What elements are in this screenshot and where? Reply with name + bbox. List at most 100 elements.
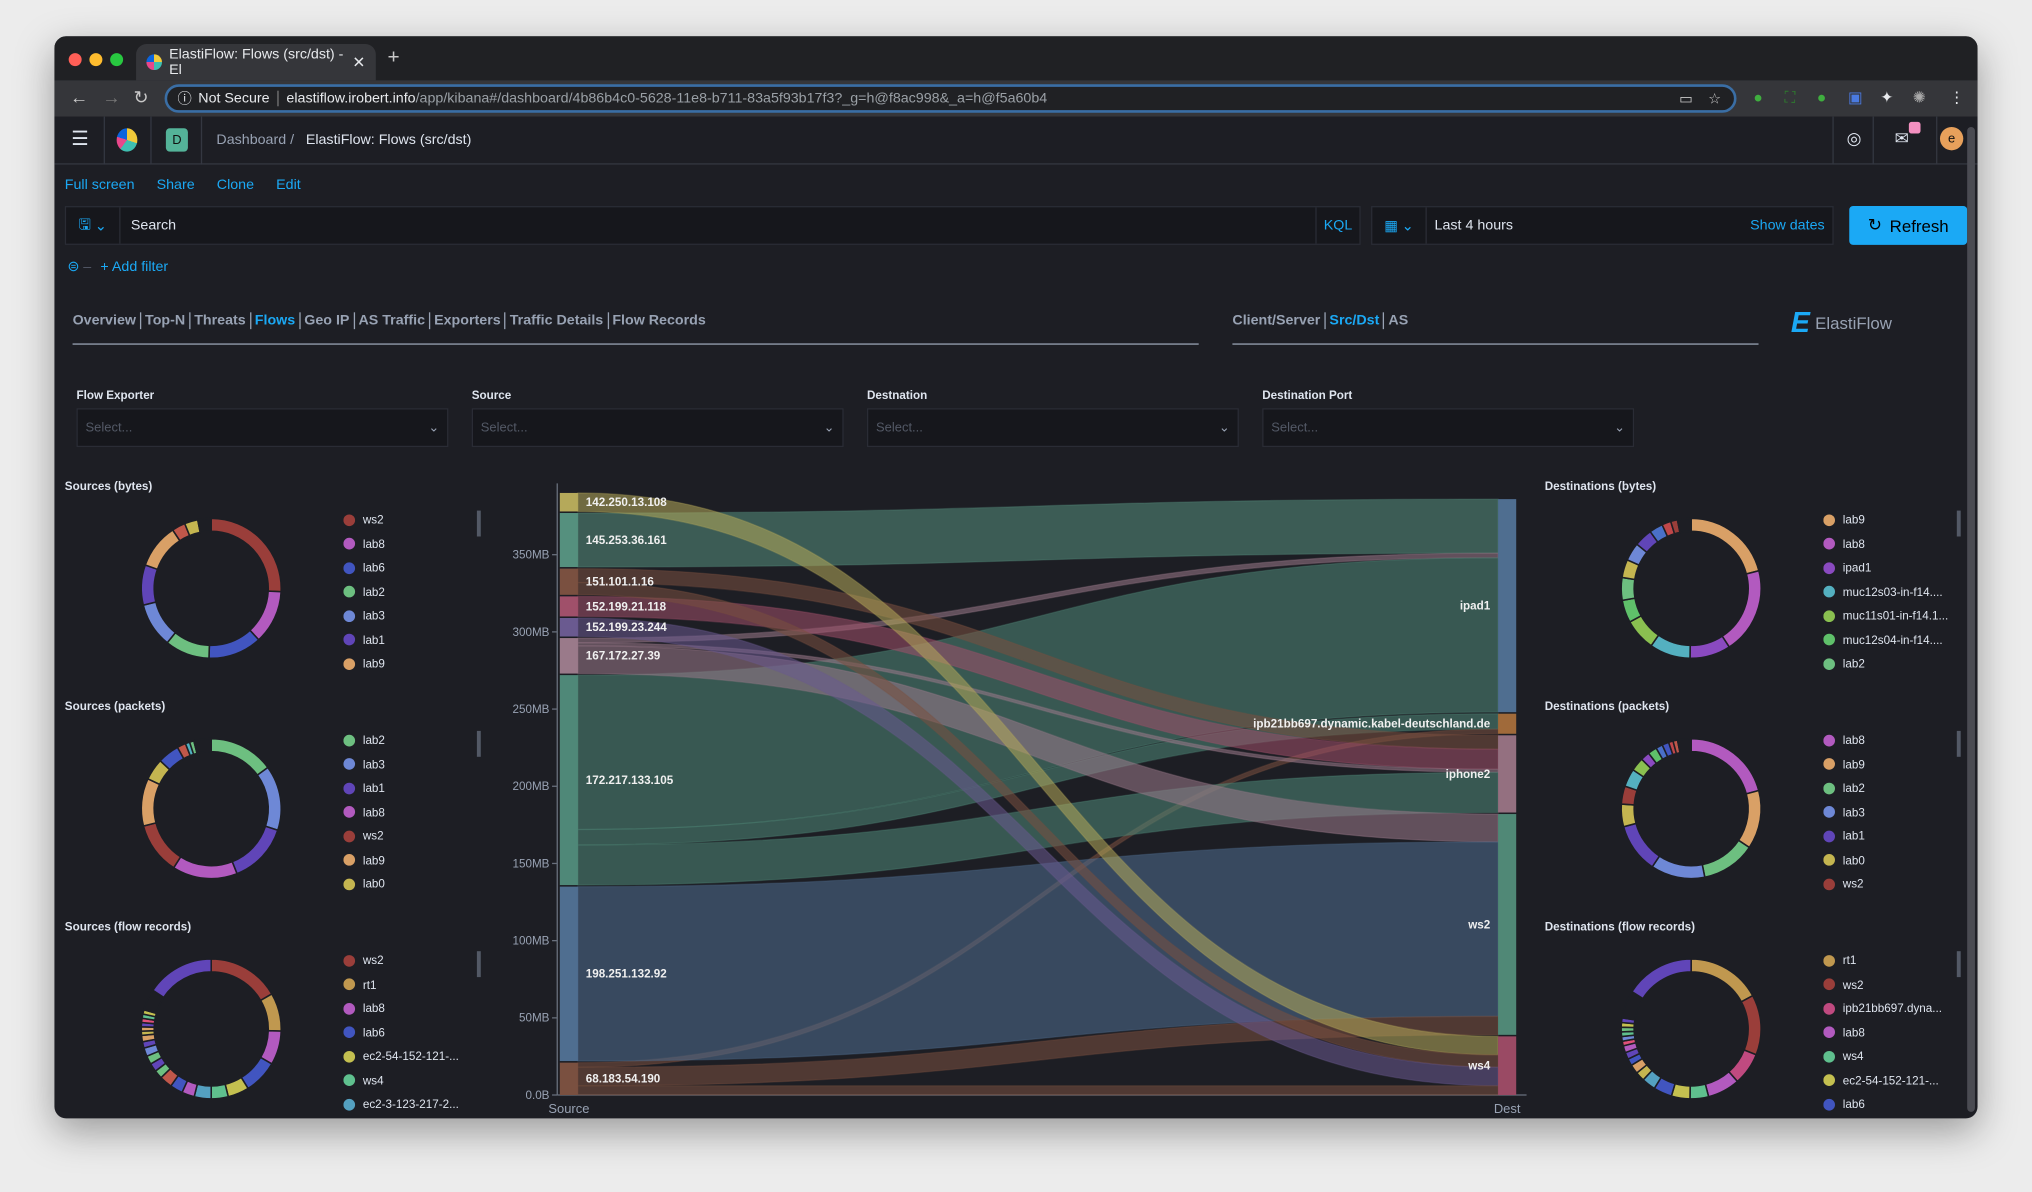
select-dropdown[interactable]: Select... ⌄ <box>471 408 844 448</box>
legend-item[interactable]: lab9 <box>343 652 486 676</box>
legend-item[interactable]: ws2 <box>343 949 486 973</box>
donut-slice[interactable] <box>1676 737 1692 754</box>
space-badge[interactable]: D <box>165 128 188 152</box>
legend-item[interactable]: lab6 <box>343 896 486 897</box>
donut-slice[interactable] <box>151 958 213 999</box>
nav-link-top-n[interactable]: Top-N <box>145 313 185 329</box>
donut-slice-ws2[interactable] <box>1740 994 1762 1056</box>
legend-item[interactable]: lab0 <box>343 872 486 896</box>
donut-slice-lab3[interactable] <box>142 601 177 644</box>
close-window-button[interactable] <box>68 53 82 67</box>
donut-slice-lab1[interactable] <box>231 825 279 875</box>
legend-item[interactable]: lab3 <box>343 752 486 776</box>
legend-item[interactable]: rt1 <box>343 973 486 997</box>
maximize-window-button[interactable] <box>110 53 124 67</box>
legend-item[interactable]: lab8 <box>1823 532 1966 556</box>
legend-item[interactable]: lab7 <box>343 676 486 677</box>
filter-options-icon[interactable]: ⊜ <box>67 259 79 275</box>
legend-item[interactable]: lab6 <box>343 1021 486 1045</box>
donut-slice-lab1[interactable] <box>140 564 159 607</box>
nav-link-overview[interactable]: Overview <box>73 313 136 329</box>
donut-slice-lab8[interactable] <box>1704 1070 1739 1098</box>
help-lifebuoy-icon[interactable]: ◎ <box>1847 128 1862 149</box>
legend-item[interactable]: lab8 <box>1823 1021 1966 1045</box>
legend-item[interactable]: ws2 <box>1823 973 1966 997</box>
sankey-source-node[interactable] <box>559 617 578 637</box>
legend-item[interactable]: lab1 <box>343 628 486 652</box>
legend-item[interactable]: muc11s01-in-f14.1... <box>1823 604 1966 628</box>
sankey-source-node[interactable] <box>559 596 578 617</box>
donut-slice-lab8[interactable] <box>172 855 239 880</box>
add-filter-link[interactable]: + Add filter <box>100 259 168 275</box>
legend-item[interactable]: lab2 <box>1823 652 1966 676</box>
legend-item[interactable]: muc12s04-in-f14.... <box>1823 628 1966 652</box>
legend-item[interactable]: ec2-54-152-121-... <box>1823 1068 1966 1092</box>
new-tab-button[interactable]: + <box>387 47 399 70</box>
donut-slice[interactable] <box>1630 958 1692 1000</box>
nav-link-geo-ip[interactable]: Geo IP <box>304 313 349 329</box>
menu-hamburger-icon[interactable]: ☰ <box>71 127 88 150</box>
legend-scrollbar[interactable] <box>476 951 481 978</box>
legend-item[interactable]: lab0 <box>1823 848 1966 872</box>
nav-link-flows[interactable]: Flows <box>255 313 295 329</box>
legend-item[interactable]: lab8 <box>1823 728 1966 752</box>
nav-link-exporters[interactable]: Exporters <box>434 313 501 329</box>
legend-item[interactable]: lab9 <box>343 848 486 872</box>
legend-item[interactable]: lab8 <box>343 532 486 556</box>
avatar[interactable]: e <box>1939 126 1964 151</box>
donut-slice-lab2[interactable] <box>210 737 269 777</box>
browser-tab[interactable]: ElastiFlow: Flows (src/dst) - El ✕ <box>136 44 376 81</box>
legend-item[interactable]: lab8 <box>343 800 486 824</box>
donut-slice-lab1[interactable] <box>1622 822 1661 868</box>
donut-slice-lab3[interactable] <box>1651 854 1706 880</box>
nav-link-flow-records[interactable]: Flow Records <box>612 313 705 329</box>
sankey-dest-node[interactable] <box>1498 499 1517 713</box>
extensions-puzzle-icon[interactable]: ✦ <box>1880 88 1893 106</box>
breadcrumb-dashboard[interactable]: Dashboard <box>216 132 286 148</box>
legend-item[interactable]: ec2-54-152-121-... <box>343 1044 486 1068</box>
evernote-extension-icon[interactable]: ● <box>1753 88 1762 106</box>
donut-slice-rt1[interactable] <box>1690 958 1754 1003</box>
legend-scrollbar[interactable] <box>1956 730 1961 757</box>
pinwheel-extension-icon[interactable]: ✺ <box>1913 88 1926 106</box>
clone-link[interactable]: Clone <box>217 178 254 194</box>
donut-slice-lab9[interactable] <box>144 528 181 571</box>
search-input[interactable] <box>120 217 1316 234</box>
sankey-dest-node[interactable] <box>1498 735 1517 813</box>
legend-item[interactable]: rt1 <box>1823 949 1966 973</box>
donut-slice-ipad1[interactable] <box>1689 635 1731 660</box>
donut-slice-lab6[interactable] <box>208 629 260 660</box>
full-screen-link[interactable]: Full screen <box>65 178 135 194</box>
legend-item[interactable]: lab1 <box>343 776 486 800</box>
donut-slice-rt1[interactable] <box>259 992 282 1032</box>
nav-link-src-dst[interactable]: Src/Dst <box>1329 313 1379 329</box>
legend-item[interactable]: ws2 <box>1823 872 1966 896</box>
legend-item[interactable]: ec2-3-123-217-2... <box>343 1092 486 1116</box>
screenshot-extension-icon[interactable]: ⛶ <box>1784 88 1795 107</box>
reload-icon[interactable]: ↻ <box>133 87 148 109</box>
quick-select-calendar-button[interactable]: ▦ ⌄ <box>1372 207 1427 244</box>
donut-slice-lab2[interactable] <box>1701 839 1751 879</box>
donut-slice-lab8[interactable] <box>1721 569 1762 649</box>
translate-extension-icon[interactable]: ▣ <box>1848 88 1863 106</box>
legend-scrollbar[interactable] <box>1956 510 1961 537</box>
kql-toggle-button[interactable]: KQL <box>1315 207 1359 244</box>
donut-slice-ws4[interactable] <box>1689 1083 1710 1100</box>
edit-link[interactable]: Edit <box>276 178 301 194</box>
donut-slice-lab8[interactable] <box>1690 737 1760 795</box>
legend-item[interactable]: lab2 <box>343 580 486 604</box>
donut-slice-ws4[interactable] <box>210 1083 230 1100</box>
minimize-window-button[interactable] <box>89 53 103 67</box>
sankey-source-node[interactable] <box>559 1062 578 1096</box>
legend-item[interactable]: ipad1 <box>1823 556 1966 580</box>
grammarly-extension-icon[interactable]: ● <box>1817 88 1826 106</box>
legend-item[interactable]: lab2 <box>1823 776 1966 800</box>
legend-item[interactable]: lab9 <box>1823 752 1966 776</box>
legend-item[interactable]: lab3 <box>343 604 486 628</box>
select-dropdown[interactable]: Select... ⌄ <box>1262 408 1635 448</box>
refresh-button[interactable]: ↻ Refresh <box>1849 206 1968 245</box>
select-dropdown[interactable]: Select... ⌄ <box>76 408 449 448</box>
sankey-source-node[interactable] <box>559 568 578 595</box>
legend-item[interactable]: lab9 <box>1823 508 1966 532</box>
url-bar[interactable]: ⓘ Not Secure elastiflow.irobert.info /ap… <box>164 84 1737 113</box>
